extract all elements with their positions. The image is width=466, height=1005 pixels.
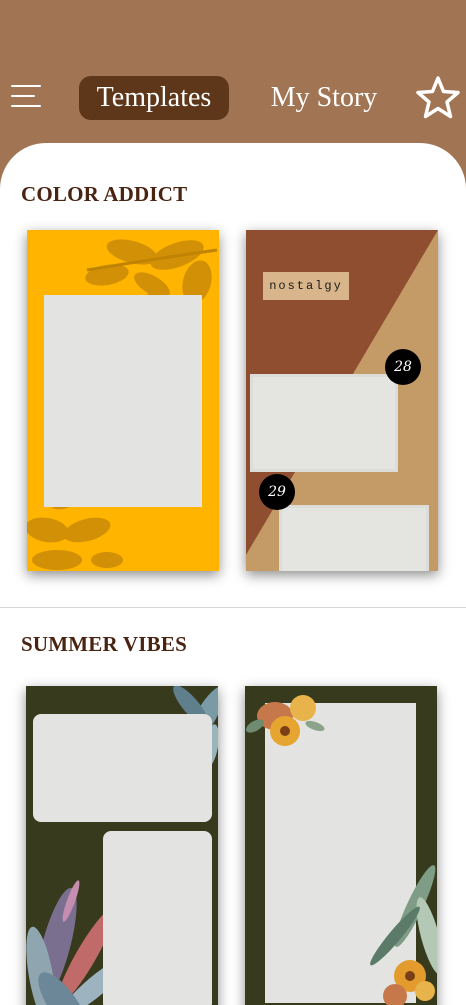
template-card-nostalgy[interactable]: nostalgy 28 29	[246, 230, 438, 571]
nostalgy-tag: nostalgy	[263, 272, 349, 300]
app-header: Templates My Story	[0, 0, 466, 160]
template-card-botanical-two-frames[interactable]	[26, 686, 218, 1005]
tab-my-story-label: My Story	[270, 82, 378, 113]
section-title-color-addict: COLOR ADDICT	[21, 182, 188, 206]
tab-my-story[interactable]: My Story	[262, 76, 386, 120]
photo-placeholder[interactable]	[279, 505, 429, 571]
section-divider	[0, 607, 466, 608]
photo-placeholder[interactable]	[250, 374, 398, 472]
template-card-yellow-leaf[interactable]	[27, 230, 219, 571]
date-badge: 29	[259, 474, 295, 510]
photo-placeholder[interactable]	[33, 714, 212, 822]
section-title-summer-vibes: SUMMER VIBES	[21, 632, 187, 656]
floral-illustration	[245, 695, 437, 1005]
template-card-botanical-floral[interactable]	[245, 686, 437, 1005]
star-outline-icon[interactable]	[414, 74, 462, 122]
hamburger-menu-icon[interactable]	[11, 85, 41, 109]
date-badge: 28	[385, 349, 421, 385]
tab-templates[interactable]: Templates	[79, 76, 229, 120]
tab-templates-label: Templates	[96, 82, 212, 113]
photo-placeholder[interactable]	[103, 831, 212, 1005]
templates-sheet: COLOR ADDICT nostalgy 28 29 SUMMER VIBES	[0, 143, 466, 1005]
photo-placeholder[interactable]	[44, 295, 202, 507]
